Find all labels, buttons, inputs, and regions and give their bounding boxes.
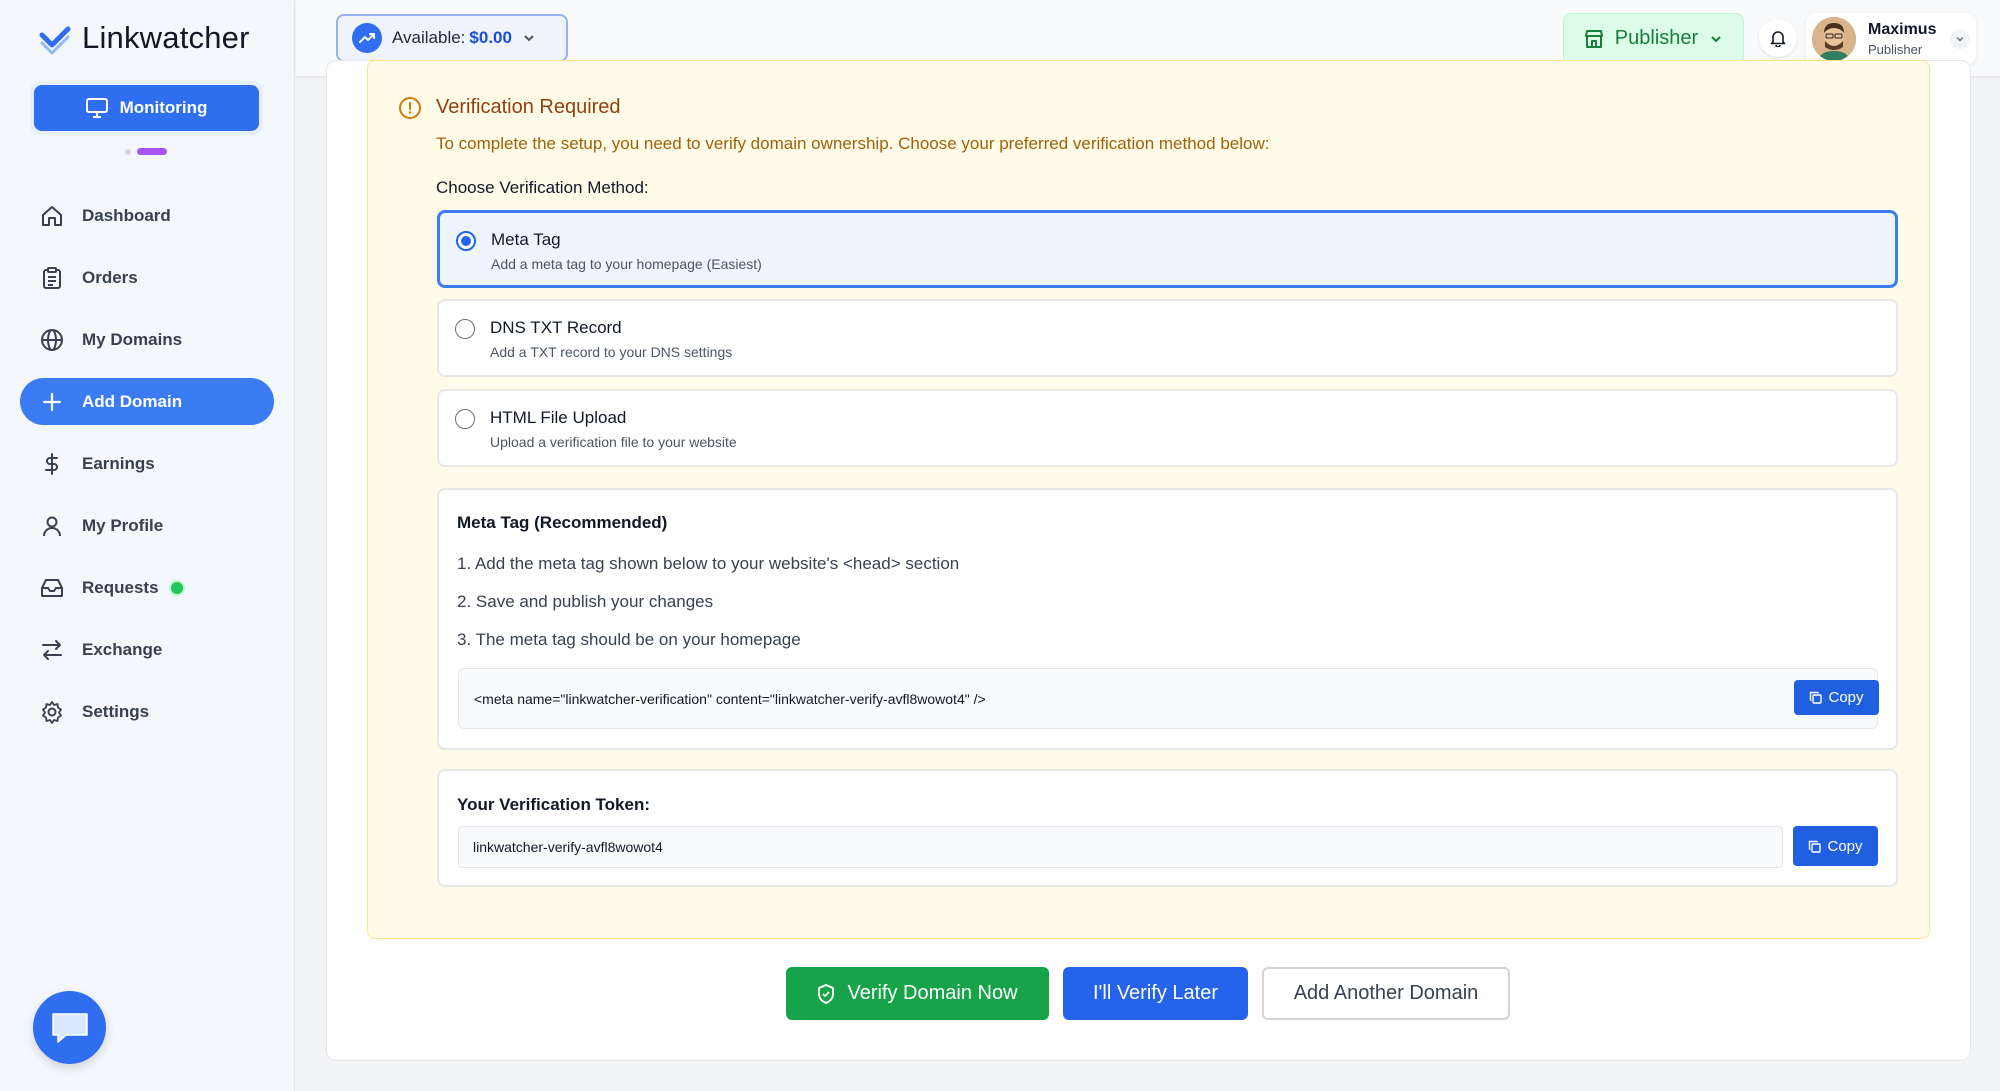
option-description: Add a TXT record to your DNS settings: [490, 344, 733, 360]
sidebar-item-earnings[interactable]: Earnings: [20, 440, 274, 487]
notifications-button[interactable]: [1759, 19, 1797, 57]
chevron-down-icon: [1711, 35, 1721, 42]
chat-button[interactable]: [33, 991, 106, 1064]
option-title: HTML File Upload: [490, 408, 627, 427]
mode-indicator: [125, 148, 167, 155]
monitoring-toggle-wrap: Monitoring: [30, 81, 263, 135]
verify-later-label: I'll Verify Later: [1093, 982, 1218, 1004]
sidebar: Linkwatcher Monitoring Dashboard Orders …: [0, 0, 295, 1091]
sidebar-item-my-profile[interactable]: My Profile: [20, 502, 274, 549]
dollar-icon: [45, 452, 58, 475]
method-option-meta-tag[interactable]: Meta Tag Add a meta tag to your homepage…: [437, 210, 1898, 288]
exchange-icon: [42, 639, 62, 660]
globe-icon: [41, 328, 63, 351]
copy-icon: [1810, 691, 1823, 704]
sidebar-nav: Dashboard Orders My Domains Add Domain E…: [20, 192, 274, 750]
copy-label: Copy: [1827, 837, 1863, 855]
balance-label: Available:: [392, 28, 466, 47]
chat-bubble-icon: [51, 1012, 88, 1043]
verification-title: Verification Required: [436, 96, 621, 118]
verify-now-label: Verify Domain Now: [847, 982, 1018, 1004]
meta-tag-title: Meta Tag (Recommended): [457, 513, 668, 532]
copy-icon: [1809, 840, 1822, 853]
sidebar-item-exchange[interactable]: Exchange: [20, 626, 274, 673]
copy-meta-tag-button[interactable]: Copy: [1794, 680, 1879, 715]
clipboard-icon: [43, 266, 61, 289]
radio-html-file[interactable]: [455, 409, 475, 429]
trending-up-icon: [352, 23, 382, 53]
meta-tag-code[interactable]: <meta name="linkwatcher-verification" co…: [474, 691, 986, 707]
sidebar-item-label: Settings: [82, 701, 150, 721]
add-another-label: Add Another Domain: [1293, 982, 1479, 1004]
indicator-dot: [125, 148, 131, 155]
add-another-domain-button[interactable]: Add Another Domain: [1262, 967, 1510, 1020]
sidebar-item-requests[interactable]: Requests: [20, 564, 274, 611]
user-info: Maximus Publisher: [1868, 21, 1936, 57]
user-name: Maximus: [1868, 21, 1937, 38]
verification-token-card: Your Verification Token: linkwatcher-ver…: [437, 769, 1898, 887]
copy-label: Copy: [1828, 689, 1864, 706]
instruction-step-1: 1. Add the meta tag shown below to your …: [457, 554, 960, 573]
chevron-down-icon: [1950, 29, 1970, 49]
token-field[interactable]: linkwatcher-verify-avfl8wowot4: [458, 826, 1783, 868]
warning-icon: [399, 97, 421, 119]
brand-name: Linkwatcher: [82, 20, 250, 55]
sidebar-item-label: My Domains: [82, 329, 183, 349]
monitor-icon: [85, 98, 108, 118]
role-switcher-button[interactable]: Publisher: [1563, 13, 1744, 64]
sidebar-item-label: Orders: [82, 267, 138, 287]
sidebar-item-label: Dashboard: [82, 205, 171, 225]
method-option-dns-txt[interactable]: DNS TXT Record Add a TXT record to your …: [437, 299, 1898, 377]
chevron-down-icon: [524, 35, 534, 42]
role-label: Publisher: [1614, 27, 1699, 49]
verify-later-button[interactable]: I'll Verify Later: [1063, 967, 1248, 1020]
user-menu[interactable]: Maximus Publisher: [1806, 13, 1976, 65]
sidebar-item-add-domain[interactable]: Add Domain: [20, 378, 274, 425]
shield-check-icon: [818, 983, 835, 1004]
balance-dropdown[interactable]: Available: $0.00: [336, 14, 568, 62]
option-title: DNS TXT Record: [490, 318, 622, 337]
verification-subtitle: To complete the setup, you need to verif…: [436, 134, 1270, 153]
verify-domain-now-button[interactable]: Verify Domain Now: [786, 967, 1049, 1020]
gear-icon: [42, 700, 62, 724]
user-icon: [43, 516, 61, 536]
avatar: [1812, 17, 1856, 61]
option-description: Upload a verification file to your websi…: [490, 434, 737, 450]
token-label: Your Verification Token:: [457, 795, 651, 814]
sidebar-item-label: Earnings: [82, 453, 155, 473]
monitoring-label: Monitoring: [119, 98, 208, 117]
method-option-html-file[interactable]: HTML File Upload Upload a verification f…: [437, 389, 1898, 467]
balance-amount: $0.00: [469, 28, 512, 47]
indicator-active-bar: [137, 148, 167, 155]
option-title: Meta Tag: [491, 230, 561, 249]
instruction-step-2: 2. Save and publish your changes: [457, 592, 714, 611]
sidebar-item-settings[interactable]: Settings: [20, 688, 274, 735]
brand-logo[interactable]: Linkwatcher: [38, 20, 250, 56]
monitoring-button[interactable]: Monitoring: [34, 85, 259, 131]
meta-tag-code-box: <meta name="linkwatcher-verification" co…: [458, 668, 1879, 729]
choose-method-label: Choose Verification Method:: [436, 178, 649, 197]
inbox-icon: [41, 578, 63, 597]
radio-dns-txt[interactable]: [455, 319, 475, 339]
radio-meta-tag[interactable]: [456, 231, 476, 251]
sidebar-item-label: Add Domain: [82, 391, 183, 411]
sidebar-item-my-domains[interactable]: My Domains: [20, 316, 274, 363]
plus-icon: [42, 392, 62, 411]
sidebar-item-orders[interactable]: Orders: [20, 254, 274, 301]
meta-tag-instructions: Meta Tag (Recommended) 1. Add the meta t…: [437, 488, 1898, 750]
instruction-step-3: 3. The meta tag should be on your homepa…: [457, 630, 801, 649]
linkwatcher-logo-icon: [39, 26, 71, 55]
sidebar-item-label: Requests: [82, 577, 159, 597]
sidebar-item-label: Exchange: [82, 639, 163, 659]
user-role: Publisher: [1868, 42, 1923, 57]
requests-status-dot: [168, 579, 185, 596]
sidebar-item-dashboard[interactable]: Dashboard: [20, 192, 274, 239]
copy-token-button[interactable]: Copy: [1793, 826, 1878, 866]
home-icon: [42, 205, 62, 226]
sidebar-item-label: My Profile: [82, 515, 164, 535]
option-description: Add a meta tag to your homepage (Easiest…: [491, 256, 762, 272]
bell-icon: [1770, 31, 1786, 47]
store-icon: [1584, 29, 1603, 48]
